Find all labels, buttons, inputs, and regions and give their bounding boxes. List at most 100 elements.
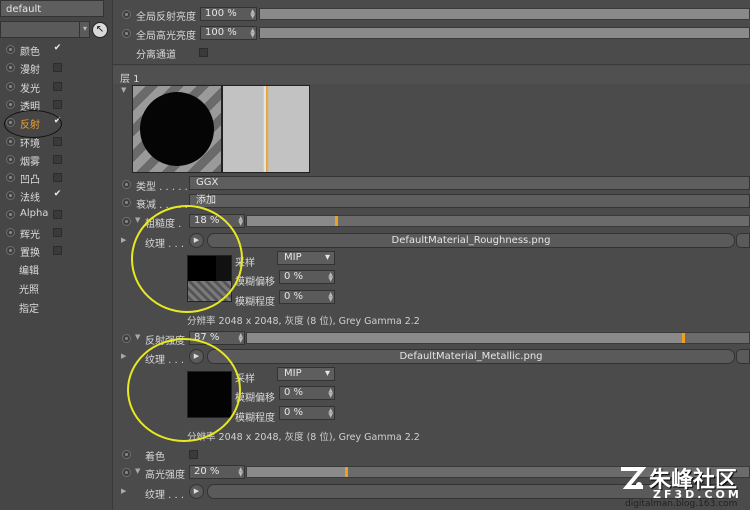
highlight-circle — [4, 110, 62, 138]
channel-item[interactable]: 置换 — [3, 242, 109, 260]
channel-item[interactable]: 漫射 — [3, 59, 109, 77]
material-preview — [132, 85, 222, 173]
menu-item-lighting[interactable]: 光照 — [19, 281, 39, 296]
specular-strength-label: 高光强度 — [145, 470, 185, 481]
radio-icon[interactable] — [122, 198, 131, 207]
channel-checkbox[interactable] — [53, 173, 62, 183]
radio-icon[interactable] — [6, 173, 15, 183]
global-reflection-input[interactable]: 100 % ▲ ▼ — [200, 7, 257, 21]
type-dropdown[interactable]: GGX — [189, 176, 750, 190]
channel-checkbox[interactable] — [53, 246, 62, 256]
reflection-texture-field[interactable]: DefaultMaterial_Metallic.png — [207, 349, 735, 364]
channel-item[interactable]: 法线 ✔ — [3, 187, 109, 205]
collapse-triangle-icon[interactable]: ▼ — [135, 216, 140, 224]
channel-label: Alpha — [20, 207, 49, 219]
zf3d-logo — [618, 465, 647, 493]
radio-icon[interactable] — [6, 136, 15, 146]
channel-item[interactable]: Alpha — [3, 206, 109, 224]
material-name-field[interactable]: default — [0, 0, 104, 17]
highlight-ellipse — [131, 205, 243, 313]
watermark-blog: digitalman.blog.163.com — [625, 499, 738, 509]
radio-icon[interactable] — [6, 154, 15, 164]
global-specular-input[interactable]: 100 % ▲ ▼ — [200, 26, 257, 40]
channel-label: 置换 — [20, 248, 40, 260]
reflection-properties-panel: 全局反射亮度 100 % ▲ ▼ 全局高光亮度 100 % ▲ ▼ 分离通道 层 1 ▼… — [113, 0, 750, 510]
specular-texture-label: 纹理 . . . — [145, 490, 185, 501]
collapse-triangle-icon[interactable]: ▼ — [135, 467, 140, 475]
radio-icon[interactable] — [6, 191, 15, 201]
radio-icon[interactable] — [122, 10, 131, 19]
highlight-ellipse — [127, 338, 241, 442]
divider — [113, 64, 750, 65]
radio-icon[interactable] — [6, 228, 15, 237]
chevron-down-icon[interactable]: ▾ — [79, 21, 90, 38]
radio-icon[interactable] — [122, 450, 131, 459]
collapse-triangle-icon[interactable]: ▼ — [135, 333, 140, 341]
channel-item[interactable]: 发光 — [3, 78, 109, 96]
coloring-checkbox[interactable] — [189, 450, 198, 459]
radio-icon[interactable] — [6, 99, 15, 109]
pointer-picker-icon[interactable]: ↖ — [92, 22, 108, 38]
channel-item[interactable]: 烟雾 — [3, 151, 109, 169]
channel-item[interactable]: 颜色 ✔ — [3, 41, 109, 59]
radio-icon[interactable] — [6, 63, 15, 73]
texture-options-button[interactable] — [736, 233, 750, 248]
separate-channels-checkbox[interactable] — [199, 48, 208, 57]
channel-checkbox[interactable] — [53, 209, 62, 219]
global-reflection-slider[interactable] — [259, 8, 750, 20]
channel-checkbox[interactable] — [53, 81, 62, 91]
reflection-texture-info: 分辨率 2048 x 2048, 灰度 (8 位), Grey Gamma 2.… — [187, 432, 420, 443]
expand-triangle-icon[interactable]: ▶ — [121, 352, 126, 360]
reflection-sampling-dropdown[interactable]: MIP ▾ — [277, 367, 335, 381]
channel-checkbox[interactable]: ✔ — [53, 44, 62, 54]
roughness-blur-offset-input[interactable]: 0 % ▲ ▼ — [279, 270, 335, 284]
global-specular-label: 全局高光亮度 — [136, 31, 196, 42]
reflection-blur-offset-label: 模糊偏移 — [235, 393, 275, 404]
expand-triangle-icon[interactable]: ▶ — [121, 236, 126, 244]
radio-icon[interactable] — [6, 246, 15, 256]
radio-icon[interactable] — [6, 209, 15, 219]
reflection-blur-offset-input[interactable]: 0 % ▲ ▼ — [279, 386, 335, 400]
channel-checkbox[interactable] — [53, 99, 62, 109]
reflection-blur-degree-label: 模糊程度 — [235, 413, 275, 424]
roughness-slider[interactable] — [246, 215, 750, 227]
channel-sidebar: default ▾ ↖ 颜色 ✔ 漫射 发光 透明 反射 ✔ 环境 烟雾 凹凸 法线 ✔ Alpha 辉光… — [0, 0, 113, 510]
type-label: 类型 . . . . . — [136, 182, 188, 193]
radio-icon[interactable] — [122, 180, 131, 189]
channel-checkbox[interactable]: ✔ — [53, 190, 62, 200]
specular-strength-input[interactable]: 20 % ▲ ▼ — [189, 465, 245, 479]
radio-icon[interactable] — [122, 217, 131, 226]
material-selector[interactable] — [0, 21, 90, 38]
texture-options-button[interactable] — [736, 349, 750, 364]
reflection-strength-slider[interactable] — [246, 332, 750, 344]
preview-sphere — [140, 92, 214, 166]
radio-icon[interactable] — [6, 81, 15, 91]
collapse-triangle-icon[interactable]: ▼ — [121, 86, 126, 94]
radio-icon[interactable] — [122, 29, 131, 38]
coloring-label: 着色 — [145, 452, 165, 463]
roughness-texture-field[interactable]: DefaultMaterial_Roughness.png — [207, 233, 735, 248]
channel-label: 法线 — [20, 193, 40, 205]
reflection-blur-degree-input[interactable]: 0 % ▲ ▼ — [279, 406, 335, 420]
channel-item[interactable]: 辉光 — [3, 224, 109, 242]
global-specular-slider[interactable] — [259, 27, 750, 39]
radio-icon[interactable] — [122, 468, 131, 477]
channel-checkbox[interactable] — [53, 228, 62, 237]
specular-curve — [263, 86, 269, 172]
channel-label: 颜色 — [20, 47, 40, 58]
channel-checkbox[interactable] — [53, 63, 62, 73]
roughness-sampling-dropdown[interactable]: MIP ▾ — [277, 251, 335, 265]
expand-triangle-icon[interactable]: ▶ — [121, 487, 126, 495]
radio-icon[interactable] — [6, 45, 15, 54]
global-reflection-label: 全局反射亮度 — [136, 12, 196, 23]
channel-checkbox[interactable] — [53, 154, 62, 164]
roughness-blur-degree-input[interactable]: 0 % ▲ ▼ — [279, 290, 335, 304]
channel-checkbox[interactable] — [53, 136, 62, 146]
channel-item[interactable]: 凹凸 — [3, 169, 109, 187]
texture-arrow-button[interactable]: ▶ — [189, 484, 204, 499]
menu-item-assign[interactable]: 指定 — [19, 300, 39, 315]
attenuation-dropdown[interactable]: 添加 — [189, 194, 750, 208]
roughness-blur-degree-label: 模糊程度 — [235, 297, 275, 308]
menu-item-edit[interactable]: 编辑 — [19, 262, 39, 277]
radio-icon[interactable] — [122, 334, 131, 343]
